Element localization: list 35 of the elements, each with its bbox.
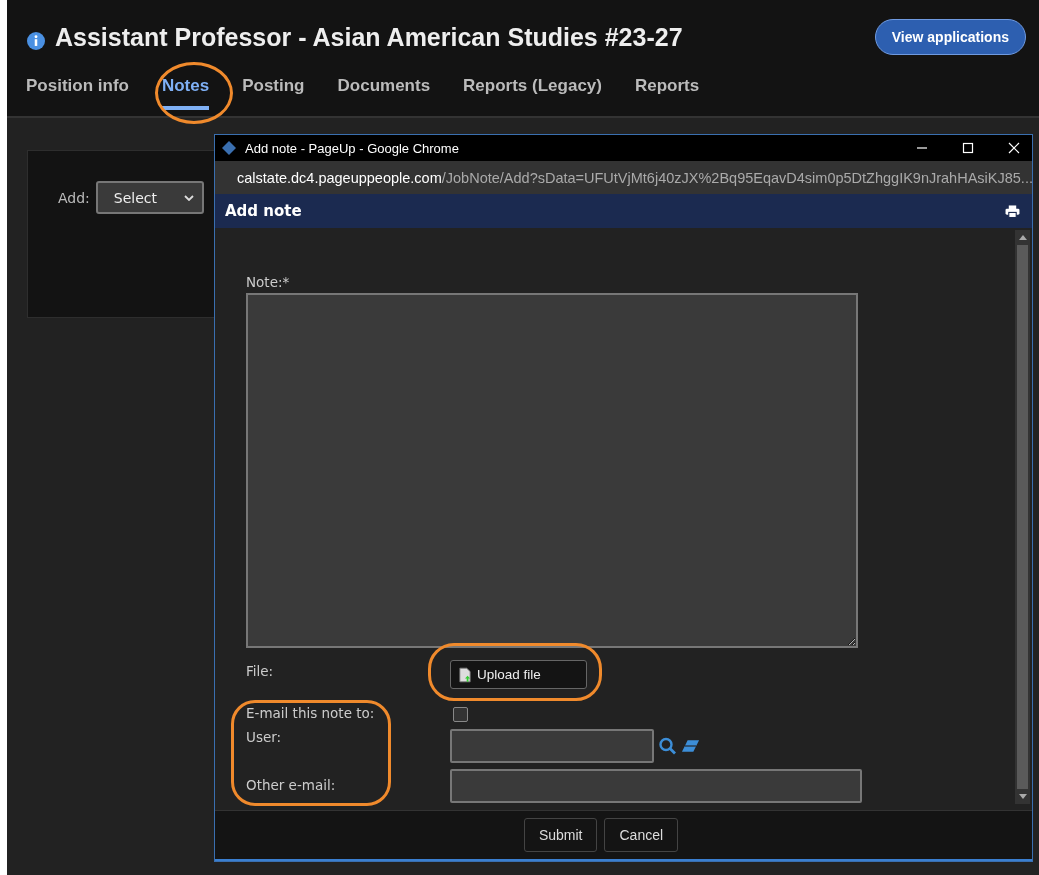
eraser-icon[interactable] xyxy=(681,737,700,755)
scroll-up-icon[interactable] xyxy=(1018,235,1027,240)
select-dropdown[interactable]: Select xyxy=(95,181,204,214)
tab[interactable]: Documents xyxy=(337,76,431,110)
tab[interactable]: Reports (Legacy) xyxy=(463,76,602,110)
dialog-button[interactable]: Submit xyxy=(523,818,598,852)
dialog-button[interactable]: Cancel xyxy=(604,818,679,852)
tab[interactable]: Posting xyxy=(242,76,305,110)
window-title: Add note - PageUp - Google Chrome xyxy=(245,140,460,156)
note-label: Note:* xyxy=(246,274,291,290)
maximize-icon[interactable] xyxy=(962,142,974,154)
tab[interactable]: Notes xyxy=(161,76,210,110)
close-icon[interactable] xyxy=(1008,142,1020,154)
email-checkbox[interactable] xyxy=(453,707,468,722)
tab[interactable]: Position info xyxy=(26,76,129,110)
page-title: Assistant Professor - Asian American Studies #23-27 xyxy=(55,22,683,52)
search-icon[interactable] xyxy=(658,737,677,755)
other-email-input[interactable] xyxy=(450,769,862,803)
email-note-label: E-mail this note to: xyxy=(246,705,376,721)
user-input[interactable] xyxy=(450,729,654,763)
diamond-logo-icon xyxy=(221,140,237,156)
chevron-down-icon xyxy=(183,194,194,201)
scrollbar[interactable] xyxy=(1015,230,1030,804)
other-email-label: Other e-mail: xyxy=(246,777,337,793)
user-label: User: xyxy=(246,729,283,745)
info-icon xyxy=(27,32,45,50)
file-label: File: xyxy=(246,663,275,679)
scroll-down-icon[interactable] xyxy=(1018,794,1027,799)
upload-file-button[interactable]: Upload file xyxy=(450,660,587,689)
file-upload-icon xyxy=(459,666,471,683)
tab[interactable]: Reports xyxy=(634,76,700,110)
view-applications-button[interactable]: View applications xyxy=(874,19,1026,55)
add-label: Add: xyxy=(58,190,90,206)
print-icon[interactable] xyxy=(1005,204,1020,218)
dialog-title: Add note xyxy=(225,202,303,220)
